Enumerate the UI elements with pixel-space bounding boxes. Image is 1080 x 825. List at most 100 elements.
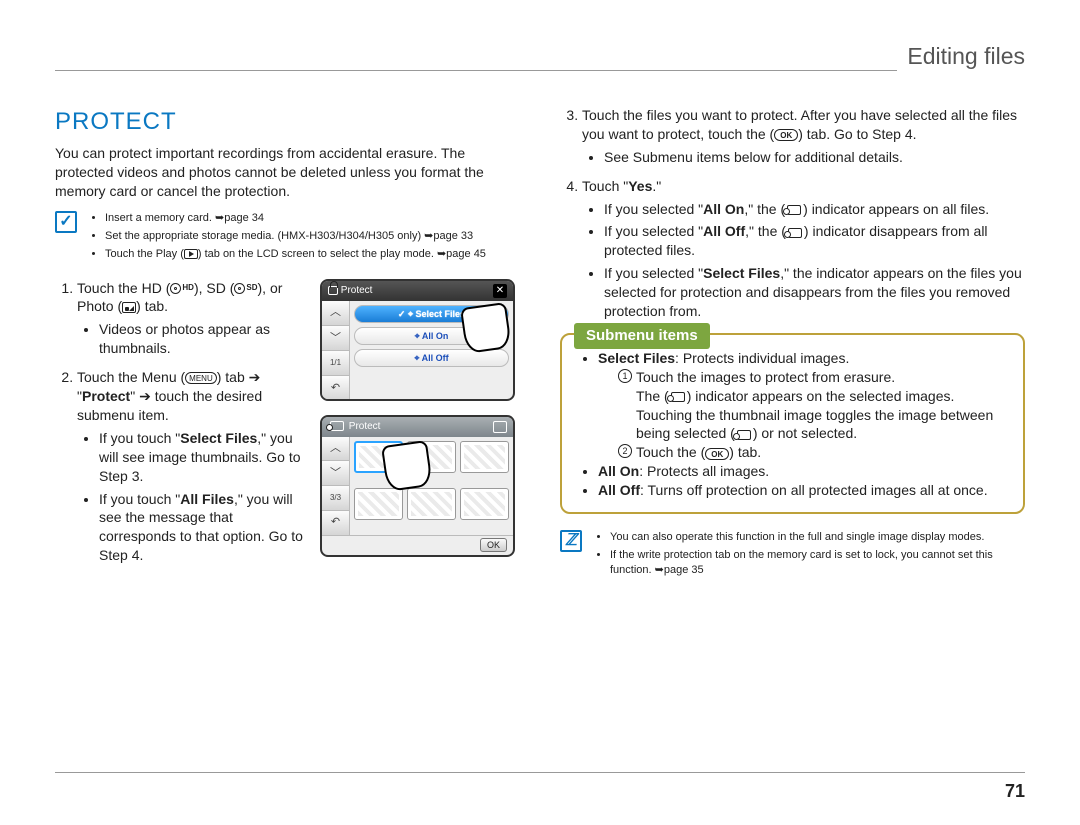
- all-off-label: All Off: [703, 223, 745, 239]
- lcd-down-button[interactable]: ﹀: [322, 326, 349, 351]
- text: Touch the (: [636, 444, 705, 460]
- text: ) indicator appears on all files.: [803, 201, 989, 217]
- sd-label: SD: [246, 283, 257, 292]
- arrow-icon: ➔: [139, 388, 151, 404]
- label: All On: [598, 463, 639, 479]
- text: ) tab.: [729, 444, 761, 460]
- lcd-back-button[interactable]: ↶: [322, 511, 349, 535]
- header-rule: Editing files: [55, 70, 1025, 71]
- text: ), SD (: [194, 280, 234, 296]
- label: All Off: [598, 482, 640, 498]
- submenu-substep: 1 Touch the images to protect from erasur…: [618, 368, 1007, 444]
- menu-pill-icon: MENU: [185, 372, 217, 384]
- pre-note-item: Insert a memory card. ➥page 34: [105, 211, 486, 226]
- hand-pointer-icon: [381, 440, 433, 492]
- key-icon: [787, 205, 801, 215]
- page-number: 71: [55, 772, 1025, 803]
- pre-note-item: Touch the Play () tab on the LCD screen …: [105, 247, 486, 262]
- key-icon: [788, 228, 802, 238]
- step-4-bullet: If you selected "Select Files," the indi…: [604, 264, 1025, 321]
- thumbnail[interactable]: [354, 488, 403, 520]
- chapter-title: Editing files: [897, 41, 1025, 72]
- section-intro: You can protect important recordings fro…: [55, 144, 520, 201]
- all-files-label: All Files: [180, 491, 234, 507]
- text: If you selected ": [604, 201, 703, 217]
- text: If you selected ": [604, 223, 703, 239]
- thumbnail[interactable]: [460, 488, 509, 520]
- text: ," the (: [744, 201, 785, 217]
- label: Select Files: [598, 350, 675, 366]
- all-on-label: All On: [703, 201, 744, 217]
- text: The (: [636, 388, 669, 404]
- lcd-ok-button[interactable]: OK: [480, 538, 507, 552]
- text: ) tab: [217, 369, 249, 385]
- step-2-bullet: If you touch "Select Files," you will se…: [99, 429, 310, 486]
- text: Touch the HD (: [77, 280, 170, 296]
- step-2: Touch the Menu (MENU) tab ➔ "Protect" ➔ …: [77, 368, 310, 565]
- lcd-up-button[interactable]: ︿: [322, 437, 349, 462]
- lcd-down-button[interactable]: ﹀: [322, 461, 349, 486]
- footer-note: ℤ You can also operate this function in …: [560, 530, 1025, 581]
- text: .": [652, 178, 661, 194]
- submenu-items-box: Submenu items Select Files: Protects ind…: [560, 333, 1025, 514]
- section-title: PROTECT: [55, 106, 520, 138]
- lcd-page-indicator: 1/1: [322, 351, 349, 376]
- step-3: Touch the files you want to protect. Aft…: [582, 106, 1025, 167]
- lcd-title: Protect: [328, 420, 380, 434]
- circled-1-icon: 1: [618, 369, 632, 383]
- submenu-select-files: Select Files: Protects individual images…: [598, 349, 1007, 462]
- lcd-thumbnail-grid: Protect ︿ ﹀ 3/3 ↶: [320, 415, 515, 557]
- text: Touch the images to protect from erasure…: [636, 369, 895, 385]
- step-4: Touch "Yes." If you selected "All On," t…: [582, 177, 1025, 321]
- lcd-page-indicator: 3/3: [322, 486, 349, 511]
- key-icon: [737, 430, 751, 440]
- thumbnail[interactable]: [460, 441, 509, 473]
- precondition-note: ✓ Insert a memory card. ➥page 34 Set the…: [55, 211, 520, 265]
- step-3-bullet: See Submenu items below for additional d…: [604, 148, 1025, 167]
- step-1-bullet: Videos or photos appear as thumbnails.: [99, 320, 310, 358]
- text: ) tab. Go to Step 4.: [798, 126, 916, 142]
- lcd-up-button[interactable]: ︿: [322, 301, 349, 326]
- steps-list-right: Touch the files you want to protect. Aft…: [560, 106, 1025, 321]
- protect-label: Protect: [82, 388, 130, 404]
- select-files-label: Select Files: [703, 265, 780, 281]
- step-4-bullet: If you selected "All Off," the () indica…: [604, 222, 1025, 260]
- card-icon: [493, 421, 507, 433]
- submenu-all-on: All On: Protects all images.: [598, 462, 1007, 481]
- step-1: Touch the HD (HD), SD (SD), or Photo () …: [77, 279, 310, 359]
- disc-icon: [234, 283, 245, 294]
- hand-pointer-icon: [460, 302, 512, 354]
- text: : Protects all images.: [639, 463, 769, 479]
- manual-page: Editing files PROTECT You can protect im…: [0, 0, 1080, 625]
- circled-2-icon: 2: [618, 444, 632, 458]
- lcd-protect-menu: Protect ✕ ︿ ﹀ 1/1 ↶ ✓ ⌖ Select File: [320, 279, 515, 401]
- thumbnail[interactable]: [407, 488, 456, 520]
- footer-note-item: If the write protection tab on the memor…: [610, 548, 1025, 578]
- yes-label: Yes: [628, 178, 652, 194]
- pre-note-item: Set the appropriate storage media. (HMX-…: [105, 229, 486, 244]
- lcd-title: Protect: [328, 284, 372, 298]
- ok-pill-icon: OK: [705, 448, 729, 460]
- text: If you touch ": [99, 491, 180, 507]
- key-icon: [671, 392, 685, 402]
- lcd-back-button[interactable]: ↶: [322, 376, 349, 400]
- text: : Turns off protection on all protected …: [640, 482, 988, 498]
- menu-all-off[interactable]: ⌖ All Off: [354, 349, 509, 367]
- hd-label: HD: [182, 283, 194, 292]
- submenu-substep: 2 Touch the (OK) tab.: [618, 443, 1007, 462]
- close-icon[interactable]: ✕: [493, 284, 507, 298]
- ok-pill-icon: OK: [774, 129, 798, 141]
- steps-list-left: Touch the HD (HD), SD (SD), or Photo () …: [55, 279, 310, 565]
- text: Touch ": [582, 178, 628, 194]
- disc-icon: [170, 283, 181, 294]
- left-column: PROTECT You can protect important record…: [55, 106, 520, 595]
- text: If you touch ": [99, 430, 180, 446]
- text: ": [130, 388, 139, 404]
- lock-icon: [328, 286, 338, 295]
- footer-note-item: You can also operate this function in th…: [610, 530, 1025, 545]
- text: ) tab.: [136, 298, 168, 314]
- text: ) or not selected.: [753, 425, 857, 441]
- key-icon: [330, 421, 344, 431]
- text: If you selected ": [604, 265, 703, 281]
- submenu-all-off: All Off: Turns off protection on all pro…: [598, 481, 1007, 500]
